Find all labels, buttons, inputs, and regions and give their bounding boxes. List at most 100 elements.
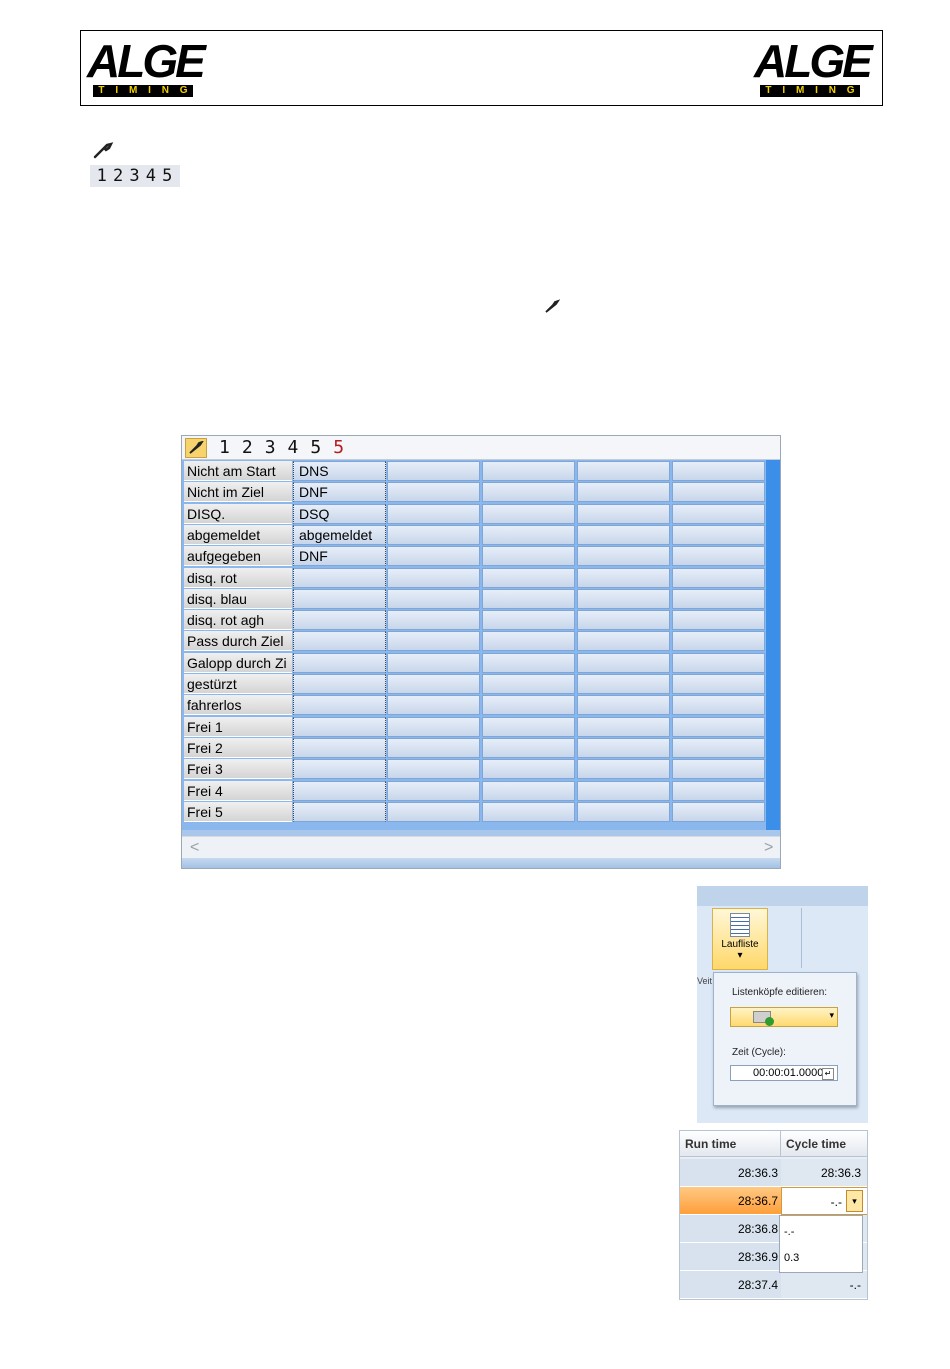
grid-cell[interactable]: [672, 546, 765, 567]
grid-cell[interactable]: [672, 716, 765, 737]
grid-cell[interactable]: [577, 631, 670, 652]
grid-cell[interactable]: [293, 588, 386, 609]
grid-cell[interactable]: [672, 631, 765, 652]
column-3-button[interactable]: 3: [265, 437, 276, 458]
grid-cell[interactable]: [577, 524, 670, 545]
grid-cell[interactable]: [482, 674, 575, 694]
grid-cell[interactable]: [482, 801, 575, 822]
grid-cell[interactable]: DNS: [293, 461, 386, 481]
grid-cell[interactable]: [387, 652, 480, 673]
column-header-cycle-time[interactable]: Cycle time: [781, 1131, 867, 1157]
grid-cell[interactable]: [387, 503, 480, 524]
grid-cell[interactable]: [293, 631, 386, 652]
grid-cell[interactable]: [672, 482, 765, 503]
grid-cell[interactable]: [482, 482, 575, 503]
grid-cell[interactable]: [387, 759, 480, 780]
grid-cell[interactable]: [387, 674, 480, 694]
grid-cell[interactable]: [577, 588, 670, 609]
enter-icon[interactable]: ↵: [822, 1068, 834, 1080]
grid-cell[interactable]: [577, 737, 670, 758]
grid-cell[interactable]: [577, 801, 670, 822]
grid-cell[interactable]: [672, 567, 765, 588]
grid-cell[interactable]: [482, 759, 575, 780]
grid-cell[interactable]: [482, 503, 575, 524]
grid-cell[interactable]: [672, 588, 765, 609]
grid-cell[interactable]: [482, 546, 575, 567]
grid-cell[interactable]: DNF: [293, 546, 386, 567]
grid-cell[interactable]: [577, 482, 670, 503]
grid-cell[interactable]: [482, 567, 575, 588]
grid-cell[interactable]: [387, 546, 480, 567]
grid-cell[interactable]: [293, 610, 386, 631]
grid-cell[interactable]: DNF: [293, 482, 386, 503]
time-cycle-input[interactable]: 00:00:01.0000 ↵: [730, 1065, 838, 1081]
grid-cell[interactable]: [293, 695, 386, 716]
grid-cell[interactable]: [387, 524, 480, 545]
grid-cell[interactable]: [482, 695, 575, 716]
column-4-button[interactable]: 4: [288, 437, 299, 458]
grid-cell[interactable]: [387, 588, 480, 609]
column-5-active-button[interactable]: 5: [333, 437, 344, 458]
grid-cell[interactable]: [293, 652, 386, 673]
column-header-run-time[interactable]: Run time: [680, 1131, 781, 1157]
grid-cell[interactable]: [672, 801, 765, 822]
grid-cell[interactable]: [387, 801, 480, 822]
grid-cell[interactable]: [672, 524, 765, 545]
grid-cell[interactable]: [387, 461, 480, 481]
grid-cell[interactable]: [482, 461, 575, 481]
grid-cell[interactable]: [293, 567, 386, 588]
grid-cell[interactable]: abgemeldet: [293, 524, 386, 545]
grid-cell[interactable]: [577, 780, 670, 801]
grid-cell[interactable]: [672, 610, 765, 631]
grid-cell[interactable]: [482, 588, 575, 609]
grid-cell[interactable]: [387, 695, 480, 716]
grid-cell[interactable]: [482, 716, 575, 737]
dropdown-option[interactable]: 0.3: [784, 1252, 799, 1264]
grid-cell[interactable]: [672, 780, 765, 801]
grid-cell[interactable]: [577, 461, 670, 481]
grid-cell[interactable]: [293, 716, 386, 737]
grid-cell[interactable]: [387, 780, 480, 801]
grid-cell[interactable]: [482, 652, 575, 673]
grid-cell[interactable]: DSQ: [293, 503, 386, 524]
scroll-left-icon[interactable]: <: [190, 837, 199, 859]
dropdown-option[interactable]: -.-: [784, 1226, 794, 1238]
grid-cell[interactable]: [293, 759, 386, 780]
grid-cell[interactable]: [293, 674, 386, 694]
grid-cell[interactable]: [577, 695, 670, 716]
grid-cell[interactable]: [672, 674, 765, 694]
grid-cell[interactable]: [387, 716, 480, 737]
column-2-button[interactable]: 2: [242, 437, 253, 458]
grid-cell[interactable]: [672, 759, 765, 780]
grid-cell[interactable]: [672, 503, 765, 524]
grid-cell[interactable]: [577, 567, 670, 588]
grid-cell[interactable]: [672, 695, 765, 716]
grid-cell[interactable]: [672, 652, 765, 673]
grid-cell[interactable]: [577, 759, 670, 780]
grid-cell[interactable]: [577, 652, 670, 673]
grid-cell[interactable]: [293, 780, 386, 801]
laufliste-button[interactable]: Laufliste ▾: [712, 908, 768, 970]
horizontal-scrollbar[interactable]: < >: [182, 836, 780, 859]
grid-cell[interactable]: [293, 801, 386, 822]
grid-cell[interactable]: [672, 461, 765, 481]
grid-cell[interactable]: [387, 631, 480, 652]
grid-cell[interactable]: [577, 546, 670, 567]
list-heads-combo[interactable]: ▾: [730, 1007, 838, 1027]
grid-cell[interactable]: [577, 610, 670, 631]
column-5-button[interactable]: 5: [310, 437, 321, 458]
grid-cell[interactable]: [482, 524, 575, 545]
grid-cell[interactable]: [482, 737, 575, 758]
grid-cell[interactable]: [577, 503, 670, 524]
grid-cell[interactable]: [577, 674, 670, 694]
grid-cell[interactable]: [672, 737, 765, 758]
column-1-button[interactable]: 1: [219, 437, 230, 458]
grid-cell[interactable]: [482, 631, 575, 652]
wrench-icon[interactable]: [185, 437, 207, 458]
grid-cell[interactable]: [387, 737, 480, 758]
scroll-right-icon[interactable]: >: [764, 837, 773, 859]
grid-cell[interactable]: [482, 780, 575, 801]
grid-cell[interactable]: [387, 482, 480, 503]
grid-cell[interactable]: [482, 610, 575, 631]
grid-cell[interactable]: [577, 716, 670, 737]
